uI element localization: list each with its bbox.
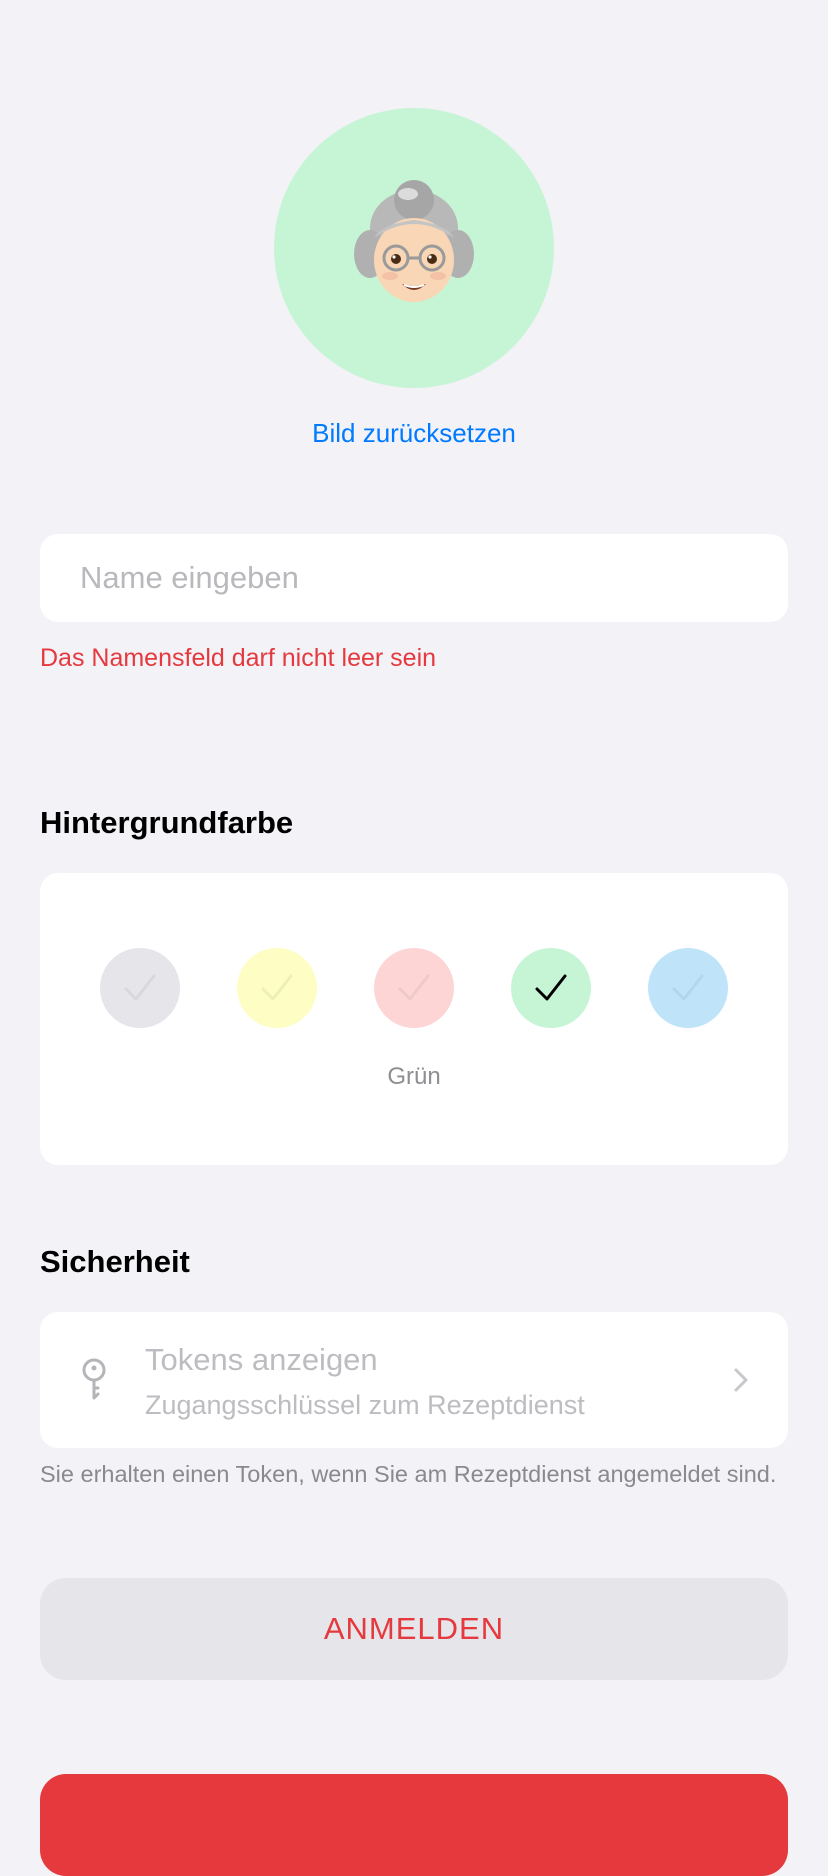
name-input[interactable] (40, 534, 788, 622)
checkmark-icon (261, 974, 293, 1001)
name-error-message: Das Namensfeld darf nicht leer sein (40, 644, 437, 672)
checkmark-icon (535, 974, 567, 1001)
color-picker-card: Grün (40, 873, 788, 1165)
profile-avatar[interactable] (274, 108, 554, 388)
swatch-yellow[interactable] (237, 948, 317, 1028)
swatch-red[interactable] (374, 948, 454, 1028)
show-tokens-row[interactable]: Tokens anzeigen Zugangsschlüssel zum Rez… (40, 1312, 788, 1448)
tokens-title: Tokens anzeigen (145, 1342, 378, 1377)
checkmark-icon (124, 974, 156, 1001)
key-icon (82, 1358, 106, 1400)
swatch-grey[interactable] (100, 948, 180, 1028)
reset-image-link[interactable]: Bild zurücksetzen (0, 418, 828, 449)
swatch-blue[interactable] (648, 948, 728, 1028)
checkmark-icon (398, 974, 430, 1001)
login-button[interactable]: ANMELDEN (40, 1578, 788, 1680)
selected-color-label: Grün (387, 1063, 441, 1090)
checkmark-icon (672, 974, 704, 1001)
tokens-subtitle: Zugangsschlüssel zum Rezeptdienst (145, 1390, 585, 1420)
delete-button[interactable] (40, 1774, 788, 1876)
swatch-green[interactable] (511, 948, 591, 1028)
grandma-emoji-icon (354, 180, 474, 302)
token-footnote: Sie erhalten einen Token, wenn Sie am Re… (40, 1461, 777, 1487)
background-color-heading: Hintergrundfarbe (40, 805, 294, 840)
name-field-card (40, 534, 788, 622)
chevron-right-icon (734, 1368, 748, 1392)
security-heading: Sicherheit (40, 1244, 190, 1279)
